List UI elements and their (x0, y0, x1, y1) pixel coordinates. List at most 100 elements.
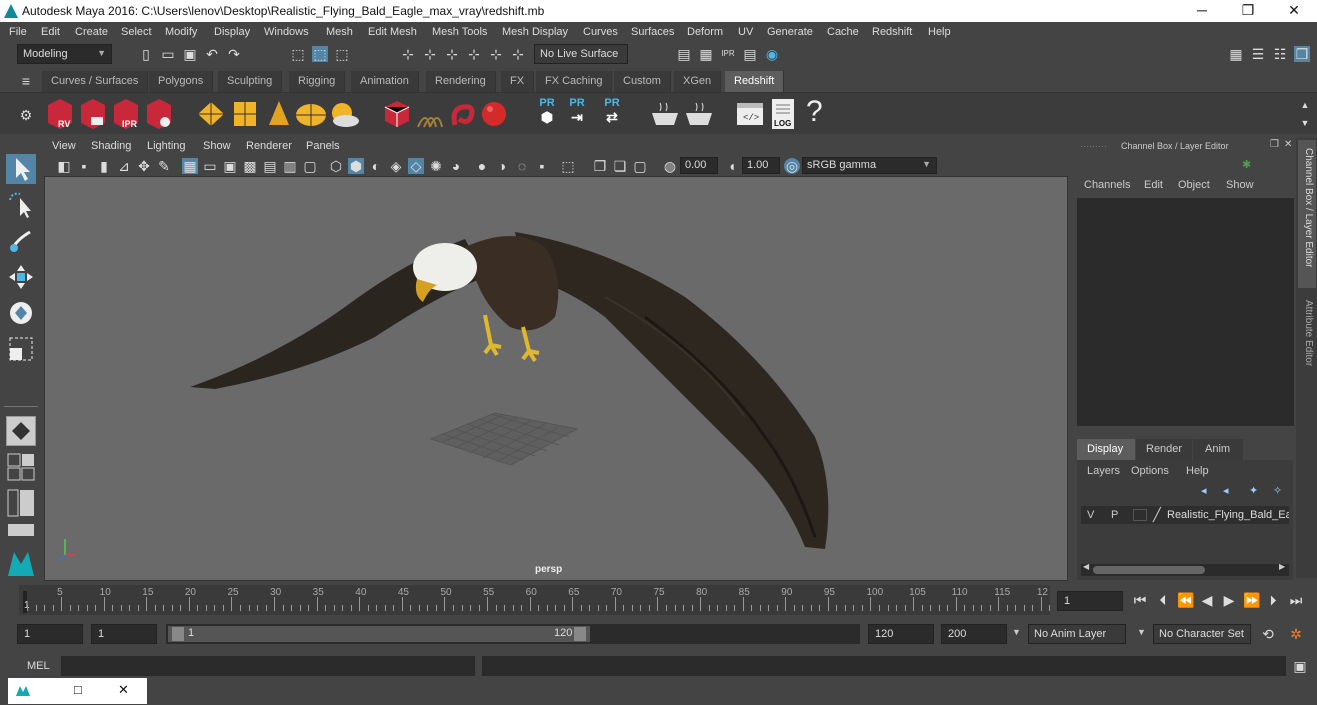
close-icon[interactable]: ✕ (118, 682, 129, 698)
rs-render-icon[interactable] (77, 97, 109, 131)
layer-tab-display[interactable]: Display (1077, 439, 1135, 460)
move-layer-down-icon[interactable]: ◂ (1223, 484, 1229, 497)
time-slider-track[interactable]: 1 51015202530354045505560657075808590951… (19, 585, 1051, 615)
tab-custom[interactable]: Custom (614, 71, 671, 92)
scene-start-field[interactable]: 1 (17, 624, 83, 644)
character-set-dropdown[interactable]: No Character Set (1153, 624, 1251, 644)
channel-box-menu-edit[interactable]: Edit (1144, 179, 1163, 191)
camera-select-icon[interactable]: ◧ (56, 158, 72, 174)
xray-icon[interactable]: ❐ (592, 158, 608, 174)
rs-pr-export-icon[interactable]: PR ⇥ (565, 97, 589, 131)
select-hierarchy-icon[interactable]: ⬚ (290, 46, 306, 62)
rs-bake-icon[interactable] (650, 101, 680, 127)
range-handle-end[interactable] (574, 627, 586, 641)
paint-select-tool-icon[interactable] (6, 226, 36, 256)
panel-menu-lighting[interactable]: Lighting (147, 140, 186, 152)
menu-windows[interactable]: Windows (264, 26, 309, 38)
tab-xgen[interactable]: XGen (674, 71, 722, 92)
gamma-icon[interactable]: ◖ (724, 158, 740, 174)
layout-icon[interactable]: ▦ (1228, 46, 1244, 62)
maximize-button[interactable]: ❐ (1225, 0, 1271, 22)
safe-action-icon[interactable]: ▥ (282, 158, 298, 174)
bookmark-icon[interactable]: ▮ (96, 158, 112, 174)
ipr-render-icon[interactable]: IPR (720, 46, 736, 62)
chevron-down-icon[interactable]: ▼ (1137, 627, 1146, 637)
screen-space-ao-icon[interactable]: ● (474, 158, 490, 174)
rs-pr-switch-icon[interactable]: PR ⇄ (598, 97, 626, 131)
menu-select[interactable]: Select (121, 26, 152, 38)
menu-edit[interactable]: Edit (41, 26, 60, 38)
textured-icon[interactable]: ◇ (408, 158, 424, 174)
menu-display[interactable]: Display (214, 26, 250, 38)
resolution-gate-icon[interactable]: ▣ (222, 158, 238, 174)
render-frame-icon[interactable]: ▦ (698, 46, 714, 62)
xray-components-icon[interactable]: ▢ (632, 158, 648, 174)
tool-settings-toggle-icon[interactable]: ☷ (1272, 46, 1288, 62)
new-empty-layer-icon[interactable]: ✦ (1249, 484, 1258, 497)
panel-menu-shading[interactable]: Shading (91, 140, 131, 152)
scroll-thumb[interactable] (1093, 566, 1205, 574)
channel-box-menu-channels[interactable]: Channels (1084, 179, 1130, 191)
tab-rendering[interactable]: Rendering (426, 71, 496, 92)
minimize-button[interactable]: ─ (1179, 0, 1225, 22)
new-scene-icon[interactable]: ▯ (138, 46, 154, 62)
wireframe-on-shaded-icon[interactable]: ◈ (388, 158, 404, 174)
two-view-layout-icon[interactable] (6, 488, 36, 518)
exposure-field[interactable]: 0.00 (680, 157, 718, 174)
rs-hair-icon[interactable] (414, 99, 446, 129)
rs-script-editor-icon[interactable]: </> (735, 99, 765, 129)
playback-end-field[interactable]: 120 (868, 624, 934, 644)
snap-point-icon[interactable]: ⊹ (444, 46, 460, 62)
menu-mesh-tools[interactable]: Mesh Tools (432, 26, 487, 38)
layer-scrollbar[interactable]: ◀ ▶ (1081, 562, 1289, 576)
anim-layer-dropdown[interactable]: No Anim Layer (1028, 624, 1126, 644)
rs-render-view-icon[interactable]: RV (44, 97, 76, 131)
shadows-icon[interactable]: ◕ (448, 158, 464, 174)
menu-surfaces[interactable]: Surfaces (631, 26, 674, 38)
auto-key-icon[interactable]: ⟲ (1260, 626, 1276, 642)
single-view-layout-icon[interactable] (6, 416, 36, 446)
mode-dropdown[interactable]: Modeling ▼ (17, 44, 112, 64)
tab-redshift[interactable]: Redshift (725, 71, 785, 92)
isolate-select-icon[interactable]: ⬚ (560, 158, 576, 174)
tab-fx-caching[interactable]: FX Caching (536, 71, 613, 92)
snap-curve-icon[interactable]: ⊹ (422, 46, 438, 62)
layer-menu-options[interactable]: Options (1131, 465, 1169, 477)
motion-blur-icon[interactable]: ◑ (494, 158, 510, 174)
depth-of-field-icon[interactable]: ▪ (534, 158, 550, 174)
step-forward-key-icon[interactable]: ⏩ (1243, 592, 1260, 608)
menu-redshift[interactable]: Redshift (872, 26, 912, 38)
snap-grid-icon[interactable]: ⊹ (400, 46, 416, 62)
snap-surface-icon[interactable]: ⊹ (488, 46, 504, 62)
rs-dome-light-icon[interactable] (295, 99, 327, 129)
multisample-aa-icon[interactable]: ◌ (514, 158, 530, 174)
gamma-field[interactable]: 1.00 (742, 157, 780, 174)
film-gate-icon[interactable]: ▭ (202, 158, 218, 174)
panel-menu-renderer[interactable]: Renderer (246, 140, 292, 152)
scene-end-field[interactable]: 200 (941, 624, 1007, 644)
step-back-frame-icon[interactable]: ⏴ (1155, 592, 1171, 608)
move-tool-icon[interactable] (6, 262, 36, 292)
tab-polygons[interactable]: Polygons (149, 71, 214, 92)
menu-generate[interactable]: Generate (767, 26, 813, 38)
select-tool-icon[interactable] (6, 154, 36, 184)
rotate-tool-icon[interactable] (6, 298, 36, 328)
select-component-icon[interactable]: ⬚ (334, 46, 350, 62)
rs-material-ball-icon[interactable] (479, 99, 509, 129)
panel-grip[interactable]: ⋯⋯⋯ (1080, 141, 1107, 152)
shelf-scroll-down-icon[interactable]: ▼ (1297, 115, 1313, 131)
safe-title-icon[interactable]: ▢ (302, 158, 318, 174)
2d-pan-zoom-icon[interactable]: ✥ (136, 158, 152, 174)
range-bar[interactable]: 1 120 (168, 626, 590, 642)
render-view-icon[interactable]: ▤ (676, 46, 692, 62)
shelf-menu-icon[interactable]: ≡ (18, 73, 34, 89)
viewport-persp[interactable]: persp (44, 176, 1068, 581)
tab-animation[interactable]: Animation (351, 71, 419, 92)
restore-icon[interactable]: □ (74, 682, 82, 697)
float-panel-icon[interactable]: ❐ (1270, 139, 1279, 150)
live-surface-field[interactable]: No Live Surface (534, 44, 628, 64)
open-scene-icon[interactable]: ▭ (160, 46, 176, 62)
rs-log-icon[interactable]: LOG (768, 97, 798, 131)
channel-box-menu-show[interactable]: Show (1226, 179, 1254, 191)
step-back-key-icon[interactable]: ⏪ (1177, 592, 1194, 608)
